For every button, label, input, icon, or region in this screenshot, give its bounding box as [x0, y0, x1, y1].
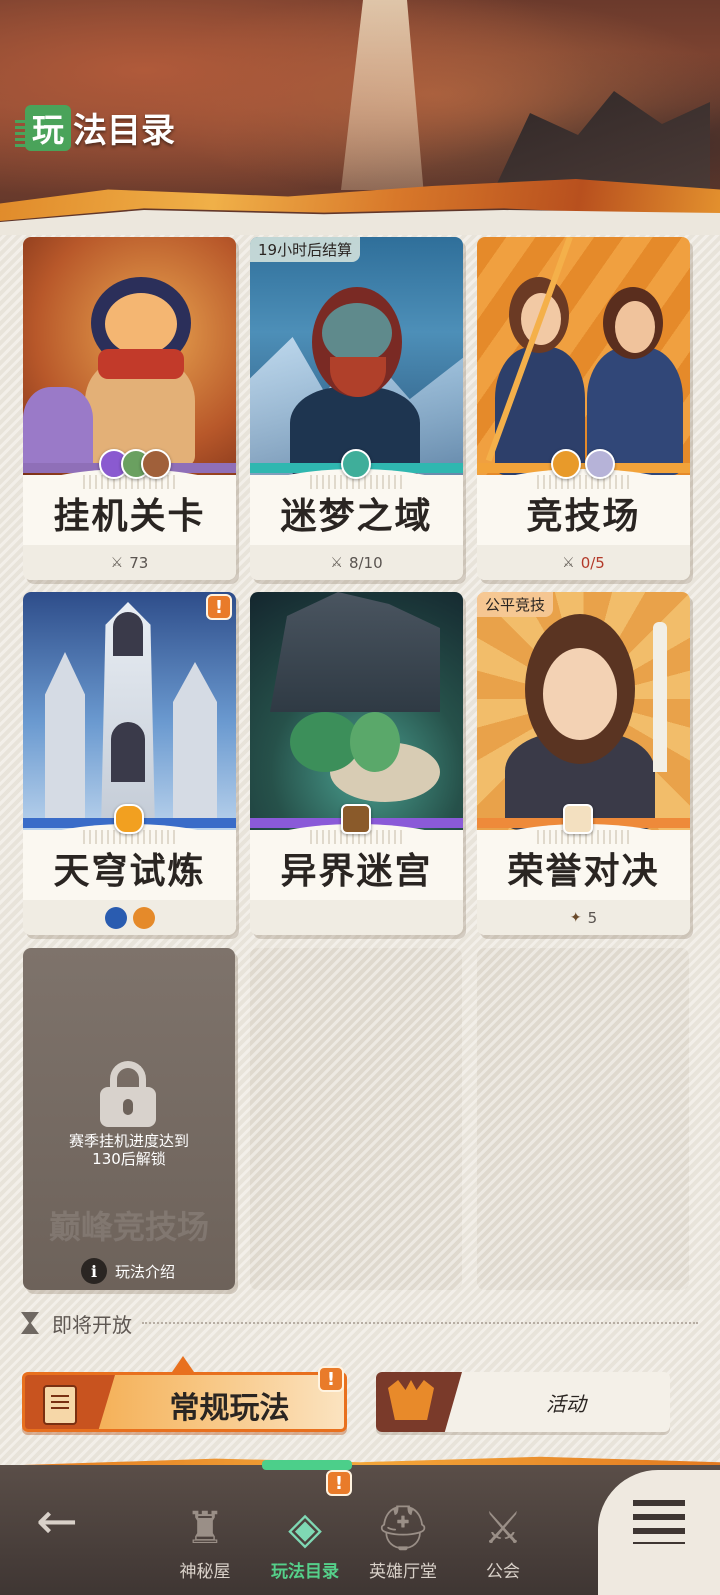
tab-activities[interactable]: 活动 [376, 1372, 670, 1432]
card-peak-arena-locked[interactable]: 赛季挂机进度达到 130后解锁 巅峰竞技场 i 玩法介绍 [23, 948, 235, 1290]
rock-art [494, 91, 710, 190]
arena-tickets: 0/5 [580, 553, 605, 572]
tab-regular-label: 常规玩法 [169, 1391, 290, 1426]
card-title: 竞技场 [526, 495, 641, 537]
settlement-timer-tag: 19小时后结算 [250, 237, 361, 262]
catalog-alert-badge: ! [326, 1470, 352, 1496]
menu-icon [633, 1500, 685, 1544]
crest-icon [114, 804, 144, 834]
map-icon [341, 804, 371, 834]
unlock-line-1: 赛季挂机进度达到 [68, 1132, 189, 1150]
star-faction-icon [104, 906, 127, 929]
crossed-swords-icon: ⚔ [110, 554, 124, 571]
nav-item-mode-catalog[interactable]: ◈ 玩法目录 [260, 1480, 350, 1590]
empty-slot [477, 948, 689, 1290]
title-badge: 玩 [25, 104, 71, 151]
crown-icon [388, 1380, 434, 1420]
card-footer: ⚔ 8/10 [250, 545, 463, 580]
fair-play-tag: 公平竞技 [477, 592, 554, 617]
unlock-line-2: 130后解锁 [92, 1150, 166, 1168]
card-title: 荣誉对决 [507, 850, 660, 892]
card-footer [23, 900, 236, 935]
crossed-swords-icon: ⚔ [330, 554, 343, 571]
crossed-swords-icon: ⚔ [562, 554, 575, 571]
dotted-divider [142, 1322, 698, 1324]
scroll-search-icon [43, 1385, 77, 1425]
back-arrow-icon[interactable]: ← [36, 1496, 96, 1546]
wizard-hat-icon: ♜ [185, 1503, 225, 1554]
title-text: 法目录 [73, 111, 175, 151]
attempts-count: 8/10 [348, 553, 383, 572]
mode-intro-link[interactable]: i 玩法介绍 [81, 1258, 175, 1284]
diamond-icon [585, 449, 615, 479]
unlock-requirement: 赛季挂机进度达到 130后解锁 [23, 1132, 235, 1168]
waterfall-art [341, 0, 424, 190]
card-title: 天穹试炼 [53, 850, 206, 892]
empty-slot [250, 948, 462, 1290]
catalog-icon: ◈ [288, 1503, 322, 1554]
nav-item-mystery-house[interactable]: ♜ 神秘屋 [160, 1480, 250, 1590]
card-otherworld-maze[interactable]: 异界迷宫 [250, 592, 463, 935]
idle-stage-art [23, 237, 236, 475]
card-title: 异界迷宫 [280, 850, 433, 892]
card-footer: ⚔ 0/5 [477, 545, 690, 580]
nav-label: 神秘屋 [179, 1562, 231, 1582]
sun-faction-icon [132, 906, 155, 929]
locked-card-title: 巅峰竞技场 [48, 1208, 209, 1246]
card-idle-stage[interactable]: 挂机关卡 ⚔ 73 [23, 237, 236, 580]
maze-art [250, 592, 463, 830]
tab-activity-label: 活动 [546, 1391, 586, 1416]
stage-progress: 73 [129, 553, 149, 572]
nav-label: 公会 [486, 1562, 520, 1582]
card-footer [250, 900, 463, 935]
card-arena[interactable]: 竞技场 ⚔ 0/5 [477, 237, 690, 580]
helmet-icon: ⛑ [375, 1503, 431, 1554]
regular-tab-alert-badge: ! [318, 1366, 344, 1392]
nav-item-hero-hall[interactable]: ⛑ 英雄厅堂 [358, 1480, 448, 1590]
coming-soon-label: 即将开放 [52, 1312, 132, 1337]
alert-badge: ! [206, 594, 232, 620]
active-nav-indicator [262, 1460, 352, 1470]
dream-realm-art [250, 237, 463, 477]
active-tab-pointer [172, 1356, 194, 1372]
duel-tickets: 5 [587, 908, 598, 927]
chest-icon [141, 449, 171, 479]
tab-regular-modes[interactable]: 常规玩法 [22, 1372, 347, 1432]
sky-trial-art [23, 592, 236, 830]
card-footer: ✦ 5 [477, 900, 690, 935]
menu-button[interactable] [598, 1470, 720, 1595]
crossed-swords-icon: ⚔ [483, 1503, 523, 1554]
hourglass-icon [18, 1310, 42, 1336]
honor-duel-art [477, 592, 690, 830]
card-sky-trial[interactable]: ! 天穹试炼 [23, 592, 236, 935]
nav-label: 玩法目录 [271, 1562, 339, 1582]
card-title: 迷梦之域 [280, 495, 433, 537]
water-drop-icon [341, 449, 371, 479]
coming-soon-divider: 即将开放 [18, 1308, 698, 1338]
card-footer: ⚔ 73 [23, 545, 236, 580]
mode-intro-label: 玩法介绍 [115, 1262, 176, 1281]
info-icon: i [81, 1258, 107, 1284]
lock-icon [100, 1061, 156, 1127]
card-title: 挂机关卡 [53, 495, 206, 537]
card-honor-duel[interactable]: 公平竞技 荣誉对决 ✦ 5 [477, 592, 690, 935]
page-title: 玩 法目录 [25, 103, 175, 152]
coin-icon [551, 449, 581, 479]
arena-art [477, 237, 690, 475]
card-dream-realm[interactable]: 19小时后结算 迷梦之域 ⚔ 8/10 [250, 237, 463, 580]
ticket-icon: ✦ [569, 909, 582, 926]
letter-icon [563, 804, 593, 834]
nav-item-guild[interactable]: ⚔ 公会 [458, 1480, 548, 1590]
nav-label: 英雄厅堂 [369, 1562, 437, 1582]
